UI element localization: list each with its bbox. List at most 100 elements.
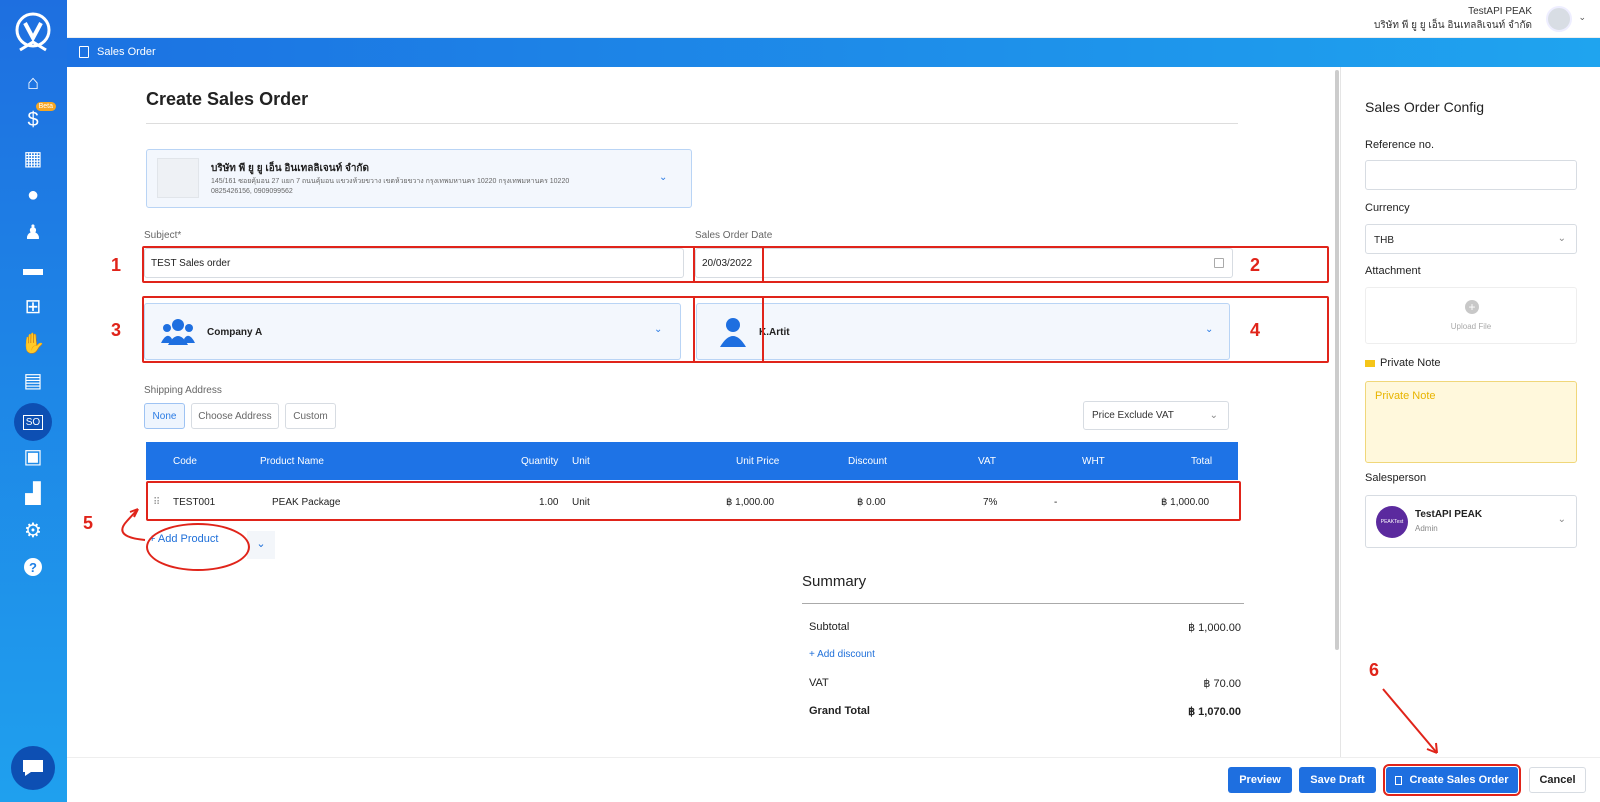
- create-sales-order-label: Create Sales Order: [1409, 774, 1509, 786]
- annotation-number-3: 3: [111, 320, 122, 340]
- chevron-down-icon[interactable]: ⌄: [659, 172, 667, 183]
- annotation-box-4: [693, 296, 1329, 363]
- reference-input[interactable]: [1365, 160, 1577, 190]
- upload-area[interactable]: + Upload File: [1365, 287, 1577, 344]
- chevron-down-icon[interactable]: ⌄: [247, 531, 275, 559]
- vat-value: ฿ 70.00: [1203, 678, 1241, 690]
- annotation-box-5: [146, 481, 1241, 521]
- sales-order-icon[interactable]: SO: [14, 403, 52, 441]
- chevron-down-icon: ⌄: [1557, 233, 1566, 244]
- subtotal-label: Subtotal: [809, 621, 850, 633]
- annotation-number-2: 2: [1250, 255, 1261, 275]
- annotation-arrow-6: [1382, 688, 1438, 754]
- shipping-label: Shipping Address: [144, 385, 222, 396]
- company-logo: [157, 158, 199, 198]
- chevron-down-icon: ⌄: [1557, 514, 1566, 525]
- subtotal-row: Subtotal ฿ 1,000.00: [809, 621, 1241, 634]
- peak-logo[interactable]: [12, 10, 54, 54]
- price-mode-value: Price Exclude VAT: [1092, 410, 1174, 421]
- sales-order-doc-icon: [79, 46, 89, 58]
- currency-label: Currency: [1365, 202, 1410, 214]
- attachment-label: Attachment: [1365, 265, 1421, 277]
- chevron-down-icon[interactable]: ⌄: [1578, 12, 1586, 23]
- plus-icon: +: [1465, 300, 1479, 314]
- handshake-icon[interactable]: ✋: [18, 328, 48, 358]
- salesperson-label: Salesperson: [1365, 472, 1427, 484]
- add-discount-link[interactable]: + Add discount: [809, 649, 1241, 660]
- col-unit-price: Unit Price: [736, 456, 780, 467]
- subject-label: Subject*: [144, 230, 182, 241]
- grand-total-value: ฿ 1,070.00: [1188, 706, 1241, 718]
- org-icon[interactable]: ⊞: [18, 291, 48, 321]
- home-icon[interactable]: ⌂: [18, 68, 48, 98]
- breadcrumb-title[interactable]: Sales Order: [97, 46, 156, 58]
- company-selector[interactable]: บริษัท พี ยู ยู เอ็น อินเทลลิเจนท์ จำกัด…: [146, 149, 692, 208]
- wallet-icon[interactable]: ▬: [18, 254, 48, 284]
- users-icon[interactable]: ●: [18, 180, 48, 210]
- company-address: 145/161 ซอยคุ้มอน 27 แยก 7 ถนนคุ้มอน แขว…: [211, 177, 569, 197]
- col-code: Code: [173, 456, 197, 467]
- currency-value: THB: [1374, 235, 1394, 246]
- cancel-button[interactable]: Cancel: [1529, 767, 1586, 793]
- config-panel: Sales Order Config Reference no. Currenc…: [1340, 67, 1600, 757]
- annotation-box-1: [142, 246, 764, 283]
- shipping-none-button[interactable]: None: [144, 403, 185, 429]
- preview-button[interactable]: Preview: [1228, 767, 1292, 793]
- box-icon[interactable]: ▣: [18, 441, 48, 471]
- annotation-number-4: 4: [1250, 320, 1261, 340]
- chevron-down-icon: ⌄: [1209, 410, 1218, 421]
- user-company: บริษัท พี ยู ยู เอ็น อินเทลลิเจนท์ จำกัด: [1374, 20, 1532, 31]
- salesperson-role: Admin: [1415, 524, 1438, 533]
- vat-row: VAT ฿ 70.00: [809, 677, 1241, 690]
- user-info[interactable]: TestAPI PEAK บริษัท พี ยู ยู เอ็น อินเทล…: [1374, 5, 1532, 33]
- divider: [146, 123, 1238, 124]
- main-content: Create Sales Order บริษัท พี ยู ยู เอ็น …: [67, 67, 1340, 757]
- user-name: TestAPI PEAK: [1468, 6, 1532, 17]
- page-title: Create Sales Order: [146, 89, 309, 109]
- col-vat: VAT: [978, 456, 996, 467]
- private-note-label: Private Note: [1380, 357, 1441, 369]
- document-icon[interactable]: ▤: [18, 365, 48, 395]
- currency-select[interactable]: THB ⌄: [1365, 224, 1577, 254]
- col-discount: Discount: [848, 456, 887, 467]
- col-product-name: Product Name: [260, 456, 324, 467]
- user-icon[interactable]: ♟: [18, 217, 48, 247]
- divider: [802, 603, 1244, 604]
- private-note-field[interactable]: Private Note: [1365, 381, 1577, 463]
- custom-address-button[interactable]: Custom: [285, 403, 336, 429]
- annotation-number-5: 5: [83, 513, 94, 533]
- chat-button[interactable]: [11, 746, 55, 790]
- document-icon: [1395, 775, 1403, 785]
- scrollbar[interactable]: [1335, 70, 1339, 650]
- breadcrumb: Sales Order: [67, 38, 1600, 67]
- summary-title: Summary: [802, 573, 867, 590]
- footer-bar: Preview Save Draft Create Sales Order Ca…: [67, 757, 1600, 802]
- product-table-header: Code Product Name Quantity Unit Unit Pri…: [146, 442, 1238, 480]
- calendar-icon[interactable]: ▦: [18, 143, 48, 173]
- finance-icon[interactable]: $ Beta: [18, 102, 56, 135]
- col-unit: Unit: [572, 456, 590, 467]
- beta-badge: Beta: [35, 102, 56, 111]
- note-icon: [1365, 360, 1375, 367]
- company-phones: 0825426156, 0909099562: [211, 188, 293, 195]
- price-mode-select[interactable]: Price Exclude VAT ⌄: [1083, 401, 1229, 430]
- annotation-box-3: [142, 296, 764, 363]
- chart-icon[interactable]: ▟: [18, 478, 48, 508]
- vat-label: VAT: [809, 677, 829, 689]
- salesperson-select[interactable]: PEAKTest TestAPI PEAK Admin ⌄: [1365, 495, 1577, 548]
- choose-address-button[interactable]: Choose Address: [191, 403, 279, 429]
- annotation-number-1: 1: [111, 255, 122, 275]
- avatar: PEAKTest: [1376, 506, 1408, 538]
- company-name: บริษัท พี ยู ยู เอ็น อินเทลลิเจนท์ จำกัด: [211, 163, 369, 174]
- avatar[interactable]: [1546, 6, 1572, 32]
- reference-label: Reference no.: [1365, 139, 1435, 151]
- gear-icon[interactable]: ⚙: [18, 515, 48, 545]
- col-total: Total: [1191, 456, 1213, 467]
- annotation-arrow-5: [121, 508, 146, 541]
- help-icon[interactable]: ?: [18, 552, 48, 582]
- annotation-number-6: 6: [1369, 660, 1380, 680]
- create-sales-order-button[interactable]: Create Sales Order: [1383, 764, 1521, 796]
- save-draft-button[interactable]: Save Draft: [1299, 767, 1376, 793]
- col-wht: WHT: [1082, 456, 1105, 467]
- top-bar: TestAPI PEAK บริษัท พี ยู ยู เอ็น อินเทล…: [67, 0, 1600, 38]
